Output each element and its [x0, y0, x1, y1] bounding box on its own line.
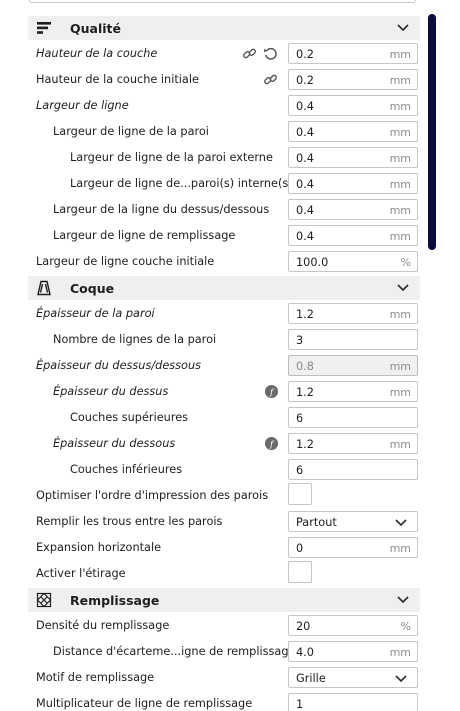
layer-height-input[interactable]: 0.2 mm	[288, 43, 418, 64]
wall-line-width-input[interactable]: 0.4 mm	[288, 121, 418, 142]
chevron-down-icon[interactable]	[397, 23, 409, 32]
inner-wall-line-width-input[interactable]: 0.4 mm	[288, 173, 418, 194]
setting-row-infill-line-width: Largeur de ligne de remplissage 0.4 mm	[28, 223, 420, 249]
setting-label: Expansion horizontale	[36, 541, 162, 554]
section-header-remplissage[interactable]: Remplissage	[28, 588, 420, 612]
shell-icon	[37, 280, 51, 296]
setting-row-fill-gaps: Remplir les trous entre les parois Parto…	[28, 509, 420, 535]
setting-row-infill-density: Densité du remplissage 20%	[28, 613, 420, 639]
top-layers-input[interactable]: 6	[288, 407, 418, 428]
chevron-down-icon	[395, 519, 407, 527]
setting-label: Largeur de ligne de la paroi	[53, 125, 209, 138]
section-title: Qualité	[70, 21, 121, 36]
setting-label: Distance d'écarteme...igne de remplissag…	[53, 645, 296, 658]
setting-row-wall-thickness: Épaisseur de la paroi 1.2 mm	[28, 301, 420, 327]
settings-panel: Qualité Hauteur de la couche 0.2 mm Haute…	[0, 0, 460, 711]
fill-gaps-select[interactable]: Partout	[288, 511, 418, 532]
setting-row-infill-line-distance: Distance d'écarteme...igne de remplissag…	[28, 639, 420, 665]
setting-row-horizontal-expansion: Expansion horizontale 0 mm	[28, 535, 420, 561]
link-icon	[243, 48, 257, 59]
setting-label: Activer l'étirage	[36, 567, 126, 580]
setting-row-infill-pattern: Motif de remplissage Grille	[28, 665, 420, 691]
setting-label: Couches inférieures	[70, 463, 183, 476]
chevron-down-icon	[395, 675, 407, 683]
infill-density-input[interactable]: 20%	[288, 615, 418, 636]
scrollbar-thumb[interactable]	[428, 14, 436, 250]
setting-label: Couches supérieures	[70, 411, 189, 424]
wall-line-count-input[interactable]: 3	[288, 329, 418, 350]
setting-label: Largeur de ligne couche initiale	[36, 255, 215, 268]
setting-label: Épaisseur de la paroi	[36, 307, 155, 320]
setting-row-wall-line-width: Largeur de ligne de la paroi 0.4 mm	[28, 119, 420, 145]
setting-row-initial-layer-height: Hauteur de la couche initiale 0.2 mm	[28, 67, 420, 93]
infill-line-width-input[interactable]: 0.4 mm	[288, 225, 418, 246]
setting-row-layer-height: Hauteur de la couche 0.2 mm	[28, 41, 420, 67]
bottom-layers-input[interactable]: 6	[288, 459, 418, 480]
setting-label: Remplir les trous entre les parois	[36, 515, 223, 528]
top-bottom-thickness-input[interactable]: 0.8 mm	[288, 355, 418, 376]
section-title: Remplissage	[70, 593, 160, 608]
setting-label: Épaisseur du dessous	[53, 437, 176, 450]
initial-layer-height-input[interactable]: 0.2 mm	[288, 69, 418, 90]
setting-label: Largeur de ligne de...paroi(s) interne(s…	[70, 177, 293, 190]
top-thickness-input[interactable]: 1.2 mm	[288, 381, 418, 402]
horizontal-expansion-input[interactable]: 0 mm	[288, 537, 418, 558]
outer-wall-line-width-input[interactable]: 0.4 mm	[288, 147, 418, 168]
setting-label: Largeur de la ligne du dessus/dessous	[53, 203, 270, 216]
setting-row-infill-line-multiplier: Multiplicateur de ligne de remplissage 1	[28, 691, 420, 711]
quality-icon	[37, 22, 51, 34]
setting-label: Multiplicateur de ligne de remplissage	[36, 697, 253, 710]
setting-label: Largeur de ligne de remplissage	[53, 229, 236, 242]
section-header-coque[interactable]: Coque	[28, 276, 420, 300]
setting-label: Motif de remplissage	[36, 671, 155, 684]
link-icon	[264, 74, 278, 85]
setting-row-optimize-wall-order: Optimiser l'ordre d'impression des paroi…	[28, 483, 420, 509]
setting-row-top-thickness: Épaisseur du dessus f 1.2 mm	[28, 379, 420, 405]
setting-label: Hauteur de la couche	[36, 47, 158, 60]
setting-row-top-layers: Couches supérieures 6	[28, 405, 420, 431]
setting-label: Densité du remplissage	[36, 619, 170, 632]
setting-label: Hauteur de la couche initiale	[36, 73, 199, 86]
setting-label: Nombre de lignes de la paroi	[53, 333, 217, 346]
setting-label: Largeur de ligne	[36, 99, 129, 112]
top-bottom-line-width-input[interactable]: 0.4 mm	[288, 199, 418, 220]
bottom-thickness-input[interactable]: 1.2 mm	[288, 433, 418, 454]
setting-row-line-width: Largeur de ligne 0.4 mm	[28, 93, 420, 119]
infill-line-multiplier-input[interactable]: 1	[288, 693, 418, 711]
chevron-down-icon[interactable]	[397, 595, 409, 604]
infill-pattern-select[interactable]: Grille	[288, 667, 418, 688]
setting-row-top-bottom-thickness: Épaisseur du dessus/dessous 0.8 mm	[28, 353, 420, 379]
initial-layer-line-width-input[interactable]: 100.0%	[288, 251, 418, 272]
search-field[interactable]	[29, 0, 416, 3]
setting-row-enable-ironing: Activer l'étirage	[28, 561, 420, 587]
line-width-input[interactable]: 0.4 mm	[288, 95, 418, 116]
optimize-wall-order-checkbox[interactable]	[288, 483, 312, 505]
wall-thickness-input[interactable]: 1.2 mm	[288, 303, 418, 324]
function-icon: f	[264, 436, 279, 451]
section-title: Coque	[70, 281, 115, 296]
setting-row-outer-wall-line-width: Largeur de ligne de la paroi externe 0.4…	[28, 145, 420, 171]
setting-label: Optimiser l'ordre d'impression des paroi…	[36, 489, 269, 502]
setting-row-wall-line-count: Nombre de lignes de la paroi 3	[28, 327, 420, 353]
infill-icon	[36, 592, 52, 608]
setting-row-top-bottom-line-width: Largeur de la ligne du dessus/dessous 0.…	[28, 197, 420, 223]
setting-row-initial-layer-line-width: Largeur de ligne couche initiale 100.0%	[28, 249, 420, 275]
section-header-qualite[interactable]: Qualité	[28, 16, 420, 40]
reset-icon[interactable]	[263, 46, 278, 61]
setting-label: Largeur de ligne de la paroi externe	[70, 151, 273, 164]
setting-row-bottom-layers: Couches inférieures 6	[28, 457, 420, 483]
setting-row-inner-wall-line-width: Largeur de ligne de...paroi(s) interne(s…	[28, 171, 420, 197]
setting-row-bottom-thickness: Épaisseur du dessous f 1.2 mm	[28, 431, 420, 457]
setting-label: Épaisseur du dessus/dessous	[36, 359, 202, 372]
setting-label: Épaisseur du dessus	[53, 385, 169, 398]
infill-line-distance-input[interactable]: 4.0 mm	[288, 641, 418, 662]
enable-ironing-checkbox[interactable]	[288, 561, 312, 583]
chevron-down-icon[interactable]	[397, 283, 409, 292]
function-icon: f	[264, 384, 279, 399]
